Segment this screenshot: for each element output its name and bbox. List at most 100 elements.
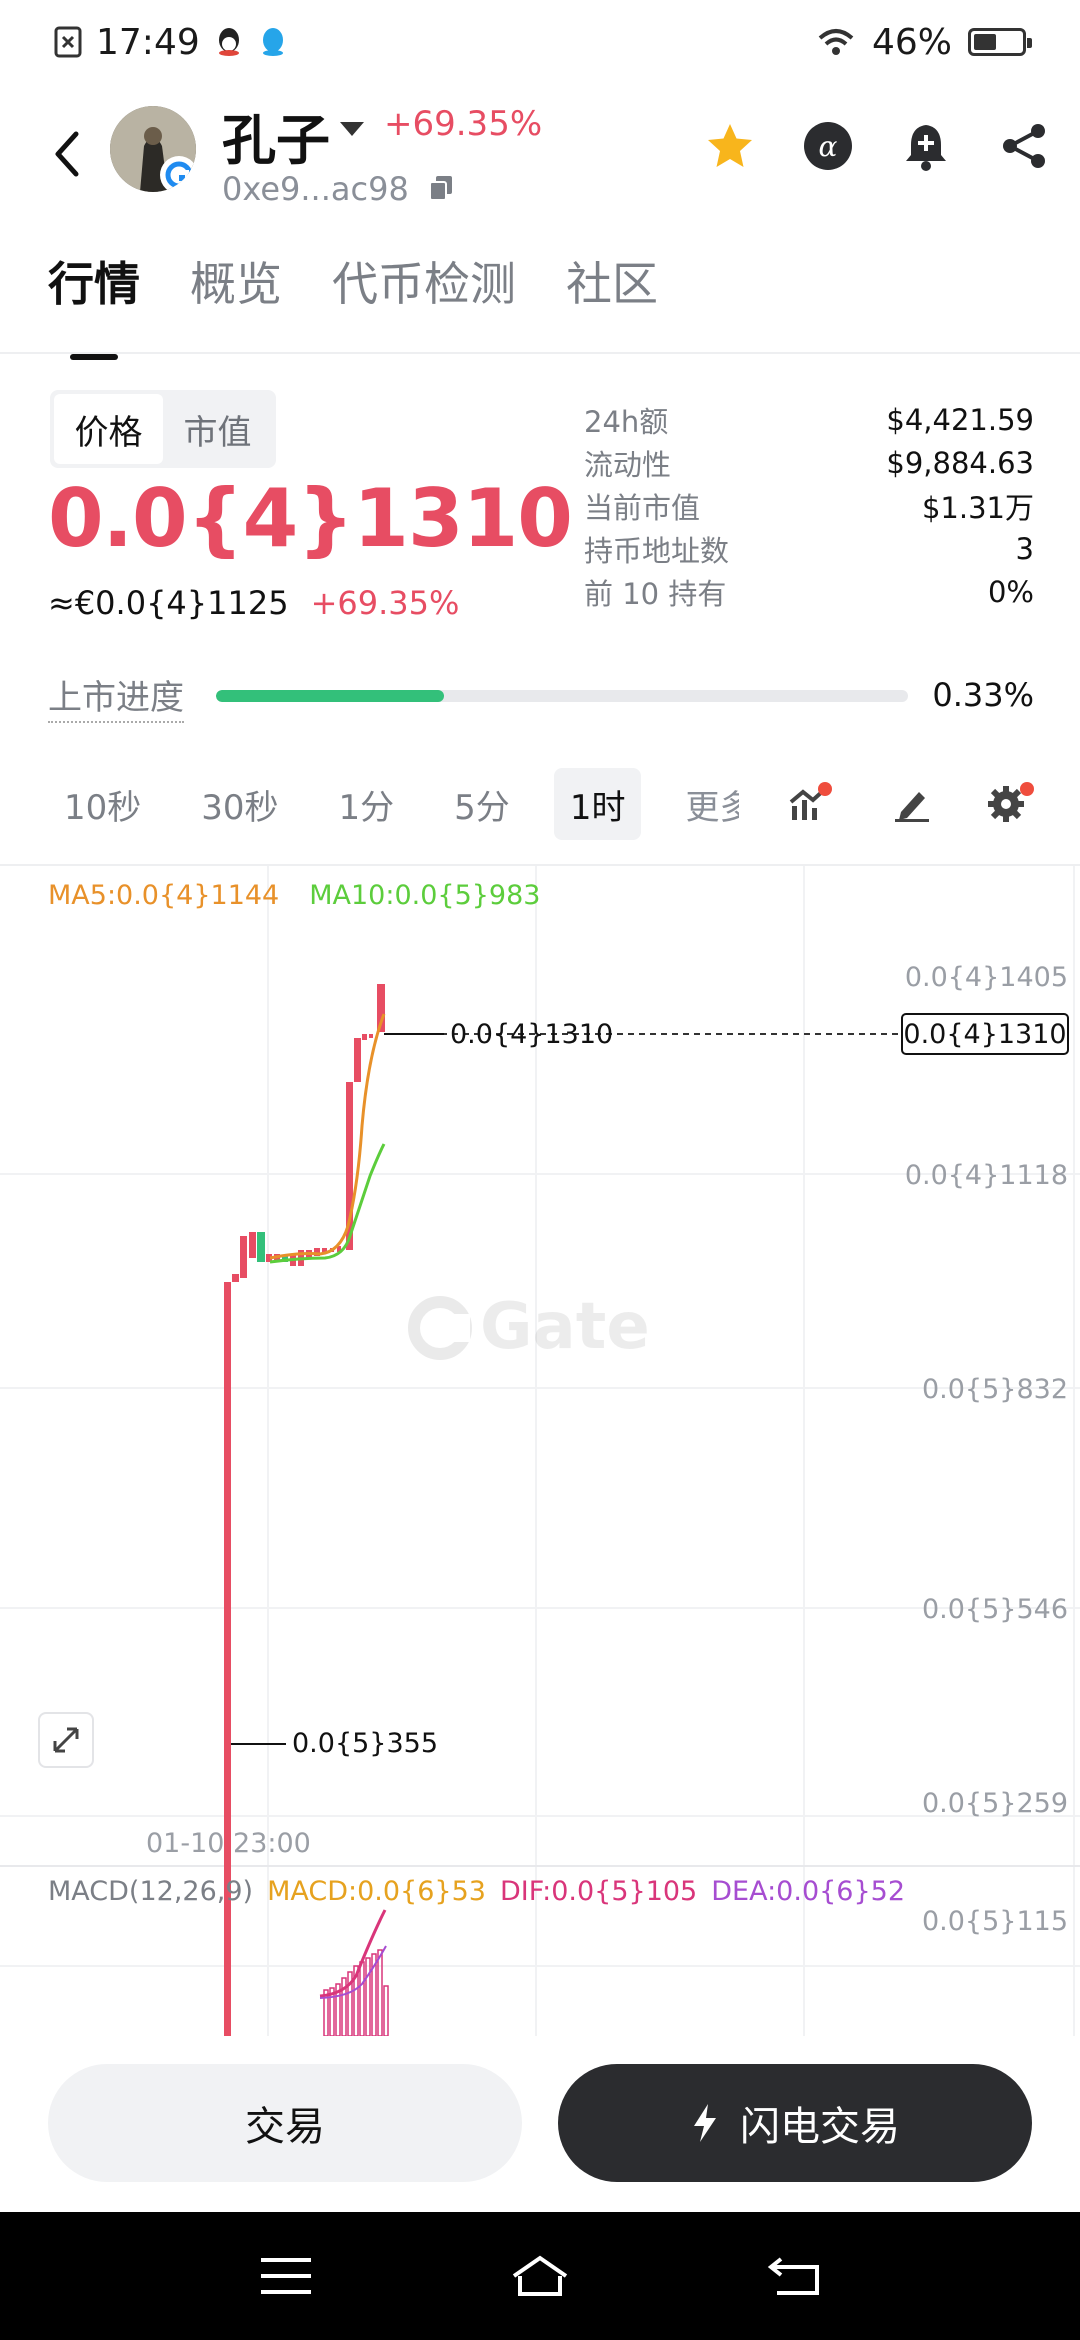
notification-icon — [54, 26, 82, 58]
stat-label: 24h额 — [584, 404, 669, 439]
macd-bar — [359, 1961, 365, 2036]
ma5-line — [269, 1013, 386, 1260]
settings-dot — [1020, 782, 1034, 796]
candle — [249, 1232, 256, 1258]
candle — [240, 1236, 247, 1278]
token-name[interactable]: 孔子 — [222, 96, 330, 175]
gate-watermark-logo — [408, 1296, 472, 1360]
favorite-star-icon[interactable] — [704, 120, 756, 172]
y-tick-label: 0.0{5}259 — [922, 1788, 1068, 1819]
y-tick-label: 0.0{5}832 — [922, 1374, 1068, 1405]
stat-value: 3 — [1015, 531, 1034, 566]
interval-more[interactable]: 更多 — [669, 768, 739, 840]
macd-bar — [377, 1949, 383, 2036]
battery-icon — [968, 28, 1032, 56]
interval-30s[interactable]: 30秒 — [185, 768, 294, 840]
current-price: 0.0{4}1310 — [48, 472, 573, 565]
high-label: 0.0{4}1310 — [450, 1019, 613, 1050]
lightning-icon — [694, 2104, 716, 2142]
macd-bar — [365, 1957, 371, 2036]
listing-progress-bar — [216, 690, 908, 702]
draw-pen-icon[interactable] — [884, 768, 940, 840]
stat-row: 前 10 持有 0% — [584, 570, 1034, 613]
trade-button-label: 交易 — [245, 2104, 325, 2150]
ma10-line — [269, 1143, 386, 1264]
price-mcap-toggle: 价格 市值 — [50, 390, 276, 468]
home-icon[interactable] — [510, 2254, 570, 2298]
eur-price-line: ≈€0.0{4}1125 +69.35% — [48, 584, 459, 622]
wifi-icon — [818, 29, 854, 55]
gate-watermark-text: Gate — [480, 1290, 650, 1364]
candle — [369, 1034, 373, 1038]
stat-value: $1.31万 — [921, 490, 1034, 525]
candlestick-chart[interactable]: Gate 0.0{4}1405 0.0{4}1118 0.0{5}832 0.0… — [0, 866, 1080, 2036]
contract-address: 0xe9...ac98 — [222, 170, 409, 208]
stat-label: 前 10 持有 — [584, 576, 727, 611]
back-nav-icon[interactable] — [767, 2255, 821, 2297]
tab-token-check[interactable]: 代币检测 — [332, 248, 516, 314]
alpha-icon[interactable]: α — [802, 120, 854, 172]
candle — [257, 1232, 265, 1262]
stat-row: 当前市值 $1.31万 — [584, 484, 1034, 527]
dea-value: DEA:0.0{6}52 — [711, 1876, 906, 1907]
tab-overview[interactable]: 概览 — [190, 248, 282, 314]
stat-label: 流动性 — [584, 447, 672, 482]
tabs-divider — [0, 352, 1080, 354]
candle — [354, 1038, 361, 1082]
low-label: 0.0{5}355 — [292, 1728, 438, 1759]
interval-selector: 10秒 30秒 1分 5分 1时 更多 — [48, 768, 1048, 840]
indicators-icon[interactable] — [780, 768, 836, 840]
listing-progress-fill — [216, 690, 445, 702]
stat-row: 持币地址数 3 — [584, 527, 1034, 570]
chart-settings-gear-icon[interactable] — [978, 768, 1034, 840]
flash-trade-button-label: 闪电交易 — [740, 2104, 900, 2150]
price-alert-bell-icon[interactable] — [900, 120, 952, 172]
interval-5m[interactable]: 5分 — [438, 768, 526, 840]
toggle-market-cap[interactable]: 市值 — [163, 394, 272, 464]
interval-1m[interactable]: 1分 — [323, 768, 411, 840]
bottom-action-bar: 交易 闪电交易 — [0, 2036, 1080, 2212]
share-icon[interactable] — [998, 120, 1050, 172]
toggle-price[interactable]: 价格 — [54, 394, 163, 464]
macd-legend: MACD(12,26,9) MACD:0.0{6}53 DIF:0.0{5}10… — [48, 1876, 905, 1907]
tab-community[interactable]: 社区 — [566, 248, 658, 314]
y-tick-label: 0.0{4}1405 — [905, 962, 1068, 993]
menu-icon[interactable] — [259, 2256, 313, 2296]
macd-value: MACD:0.0{6}53 — [267, 1876, 486, 1907]
interval-1h[interactable]: 1时 — [553, 768, 642, 840]
interval-10s[interactable]: 10秒 — [48, 768, 157, 840]
clock: 17:49 — [96, 21, 200, 63]
price-change: +69.35% — [310, 584, 460, 622]
stat-label: 持币地址数 — [584, 533, 730, 568]
copy-icon[interactable] — [428, 174, 454, 202]
flash-trade-button[interactable]: 闪电交易 — [558, 2064, 1032, 2182]
trade-button[interactable]: 交易 — [48, 2064, 522, 2182]
svg-text:α: α — [819, 130, 838, 163]
token-avatar — [110, 106, 196, 192]
eur-price: ≈€0.0{4}1125 — [48, 584, 289, 622]
qq-blue-icon — [262, 28, 283, 56]
dif-value: DIF:0.0{5}105 — [499, 1876, 698, 1907]
status-bar: 17:49 46% — [0, 0, 1080, 84]
ma10-legend: MA10:0.0{5}983 — [309, 880, 541, 911]
stat-value: $4,421.59 — [886, 402, 1034, 437]
dropdown-caret-icon[interactable] — [340, 122, 364, 136]
current-price-label: 0.0{4}1310 — [903, 1019, 1066, 1050]
candle — [362, 1034, 367, 1040]
back-arrow-icon[interactable] — [46, 126, 86, 182]
stat-row: 24h额 $4,421.59 — [584, 398, 1034, 441]
fullscreen-expand-icon[interactable] — [38, 1712, 94, 1768]
listing-progress-label[interactable]: 上市进度 — [48, 670, 184, 723]
main-tabs: 行情 概览 代币检测 社区 — [48, 248, 658, 360]
candle — [232, 1274, 239, 1282]
qq-icon — [218, 28, 239, 56]
battery-percent: 46% — [871, 21, 952, 63]
listing-progress-value: 0.33% — [932, 676, 1034, 714]
y-tick-label: 0.0{4}1118 — [905, 1160, 1068, 1191]
tab-market[interactable]: 行情 — [48, 248, 140, 360]
stat-row: 流动性 $9,884.63 — [584, 441, 1034, 484]
indicators-dot — [818, 782, 832, 796]
candle — [224, 1282, 231, 2036]
chain-badge-icon — [160, 156, 196, 192]
macd-title: MACD(12,26,9) — [48, 1876, 254, 1907]
